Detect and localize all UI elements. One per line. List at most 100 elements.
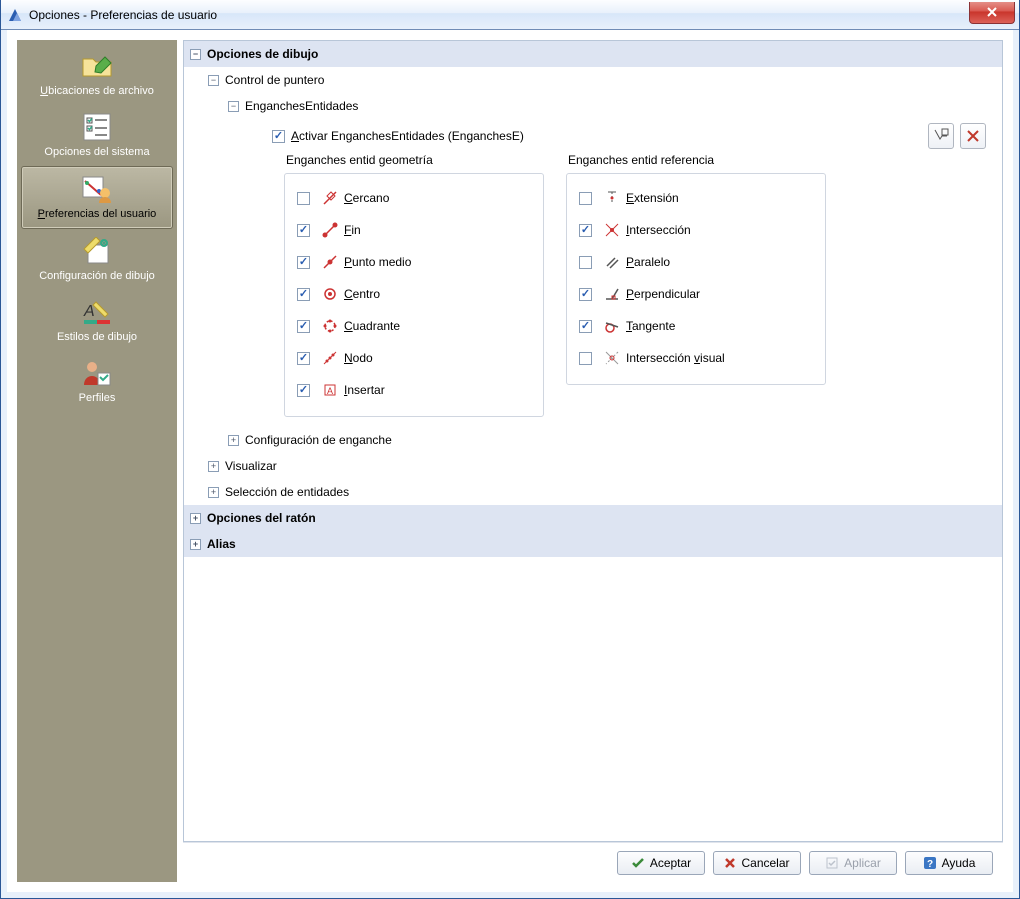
label: Alias (207, 537, 236, 551)
enable-esnaps-row: Activar EnganchesEntidades (EnganchesE) (184, 119, 1002, 153)
titlebar: Opciones - Preferencias de usuario (1, 0, 1019, 30)
label: Selección de entidades (225, 485, 349, 499)
label: Insertar (344, 383, 385, 397)
sidebar-item-profiles[interactable]: Perfiles (21, 351, 173, 412)
expand-icon[interactable]: + (208, 461, 219, 472)
help-button[interactable]: ? Ayuda (905, 851, 993, 875)
ref-snap-group: Extensión Intersección Paralelo Perpendicul… (566, 173, 826, 385)
styles-icon: A (23, 296, 171, 328)
tree-header-drawing-options[interactable]: − Opciones de dibujo (184, 41, 1002, 67)
collapse-icon[interactable]: − (208, 75, 219, 86)
label: Nodo (344, 351, 373, 365)
tree-item-pointer-control[interactable]: − Control de puntero (184, 67, 1002, 93)
extension-icon (604, 190, 620, 206)
insert-icon: A (322, 382, 338, 398)
expand-icon[interactable]: + (208, 487, 219, 498)
expand-icon[interactable]: + (190, 539, 201, 550)
snap-option-nearest: Cercano (297, 182, 531, 214)
label: Opciones del ratón (207, 511, 316, 525)
tree-header-mouse-options[interactable]: + Opciones del ratón (184, 505, 1002, 531)
snap-option-perpendicular: Perpendicular (579, 278, 813, 310)
label: Punto medio (344, 255, 411, 269)
label: EnganchesEntidades (245, 99, 358, 113)
tree-item-display[interactable]: + Visualizar (184, 453, 1002, 479)
label: Centro (344, 287, 380, 301)
checkbox-end[interactable] (297, 224, 310, 237)
nearest-icon (322, 190, 338, 206)
checkbox-tangent[interactable] (579, 320, 592, 333)
label: Opciones del sistema (23, 146, 171, 158)
expand-icon[interactable]: + (190, 513, 201, 524)
label: Perfiles (23, 392, 171, 404)
snap-option-node: Nodo (297, 342, 531, 374)
checkbox-intersection[interactable] (579, 224, 592, 237)
apply-button[interactable]: Aplicar (809, 851, 897, 875)
snap-option-insert: A Insertar (297, 374, 531, 406)
checkbox-insert[interactable] (297, 384, 310, 397)
label: Visualizar (225, 459, 277, 473)
geom-snap-group: Cercano Fin Punto medio Centro Cuadrante Nodo… (284, 173, 544, 417)
end-icon (322, 222, 338, 238)
checkbox-center[interactable] (297, 288, 310, 301)
tree-item-snap-config[interactable]: + Configuración de enganche (184, 427, 1002, 453)
collapse-icon[interactable]: − (190, 49, 201, 60)
label: Opciones de dibujo (207, 47, 318, 61)
checkbox-visual_x[interactable] (579, 352, 592, 365)
checkbox-extension[interactable] (579, 192, 592, 205)
tree-item-esnaps[interactable]: − EnganchesEntidades (184, 93, 1002, 119)
tree-header-alias[interactable]: + Alias (184, 531, 1002, 557)
app-icon (7, 7, 23, 23)
expand-icon[interactable]: + (228, 435, 239, 446)
midpoint-icon (322, 254, 338, 270)
folder-icon (23, 50, 171, 82)
select-all-button[interactable] (928, 123, 954, 149)
sidebar-item-file-locations[interactable]: Ubicaciones de archivo (21, 44, 173, 105)
list-check-icon (23, 111, 171, 143)
close-button[interactable] (969, 2, 1015, 24)
label: bicaciones de archivo (48, 85, 154, 97)
label: Paralelo (626, 255, 670, 269)
cancel-button[interactable]: Cancelar (713, 851, 801, 875)
sidebar-item-drawing-config[interactable]: Configuración de dibujo (21, 229, 173, 290)
parallel-icon (604, 254, 620, 270)
label: Control de puntero (225, 73, 324, 87)
sidebar-item-system-options[interactable]: Opciones del sistema (21, 105, 173, 166)
label: Fin (344, 223, 361, 237)
snap-option-tangent: Tangente (579, 310, 813, 342)
checkbox-parallel[interactable] (579, 256, 592, 269)
center-icon (322, 286, 338, 302)
category-sidebar: Ubicaciones de archivo Opciones del sist… (17, 40, 177, 882)
window-title: Opciones - Preferencias de usuario (29, 8, 970, 22)
collapse-icon[interactable]: − (228, 101, 239, 112)
snap-option-intersection: Intersección (579, 214, 813, 246)
snap-option-quadrant: Cuadrante (297, 310, 531, 342)
drawing-config-icon (23, 235, 171, 267)
ok-button[interactable]: Aceptar (617, 851, 705, 875)
checkbox-quadrant[interactable] (297, 320, 310, 333)
sidebar-item-user-preferences[interactable]: Preferencias del usuario (21, 166, 173, 229)
svg-text:?: ? (927, 859, 933, 870)
checkbox-perpendicular[interactable] (579, 288, 592, 301)
snap-option-extension: Extensión (579, 182, 813, 214)
snap-option-midpoint: Punto medio (297, 246, 531, 278)
tree-item-entity-selection[interactable]: + Selección de entidades (184, 479, 1002, 505)
label: Extensión (626, 191, 679, 205)
svg-text:A: A (327, 386, 333, 396)
checkbox-node[interactable] (297, 352, 310, 365)
snap-option-center: Centro (297, 278, 531, 310)
label: Intersección visual (626, 351, 725, 365)
settings-tree: − Opciones de dibujo − Control de punter… (183, 40, 1003, 842)
label: Configuración de dibujo (23, 270, 171, 282)
perpendicular-icon (604, 286, 620, 302)
geom-group-title: Enganches entid geometría (284, 153, 546, 173)
intersection-icon (604, 222, 620, 238)
enable-esnaps-label: Activar EnganchesEntidades (EnganchesE) (291, 129, 524, 143)
clear-all-button[interactable] (960, 123, 986, 149)
checkbox-nearest[interactable] (297, 192, 310, 205)
tangent-icon (604, 318, 620, 334)
sidebar-item-drawing-styles[interactable]: A Estilos de dibujo (21, 290, 173, 351)
label: Tangente (626, 319, 675, 333)
enable-esnaps-checkbox[interactable] (272, 130, 285, 143)
checkbox-midpoint[interactable] (297, 256, 310, 269)
node-icon (322, 350, 338, 366)
